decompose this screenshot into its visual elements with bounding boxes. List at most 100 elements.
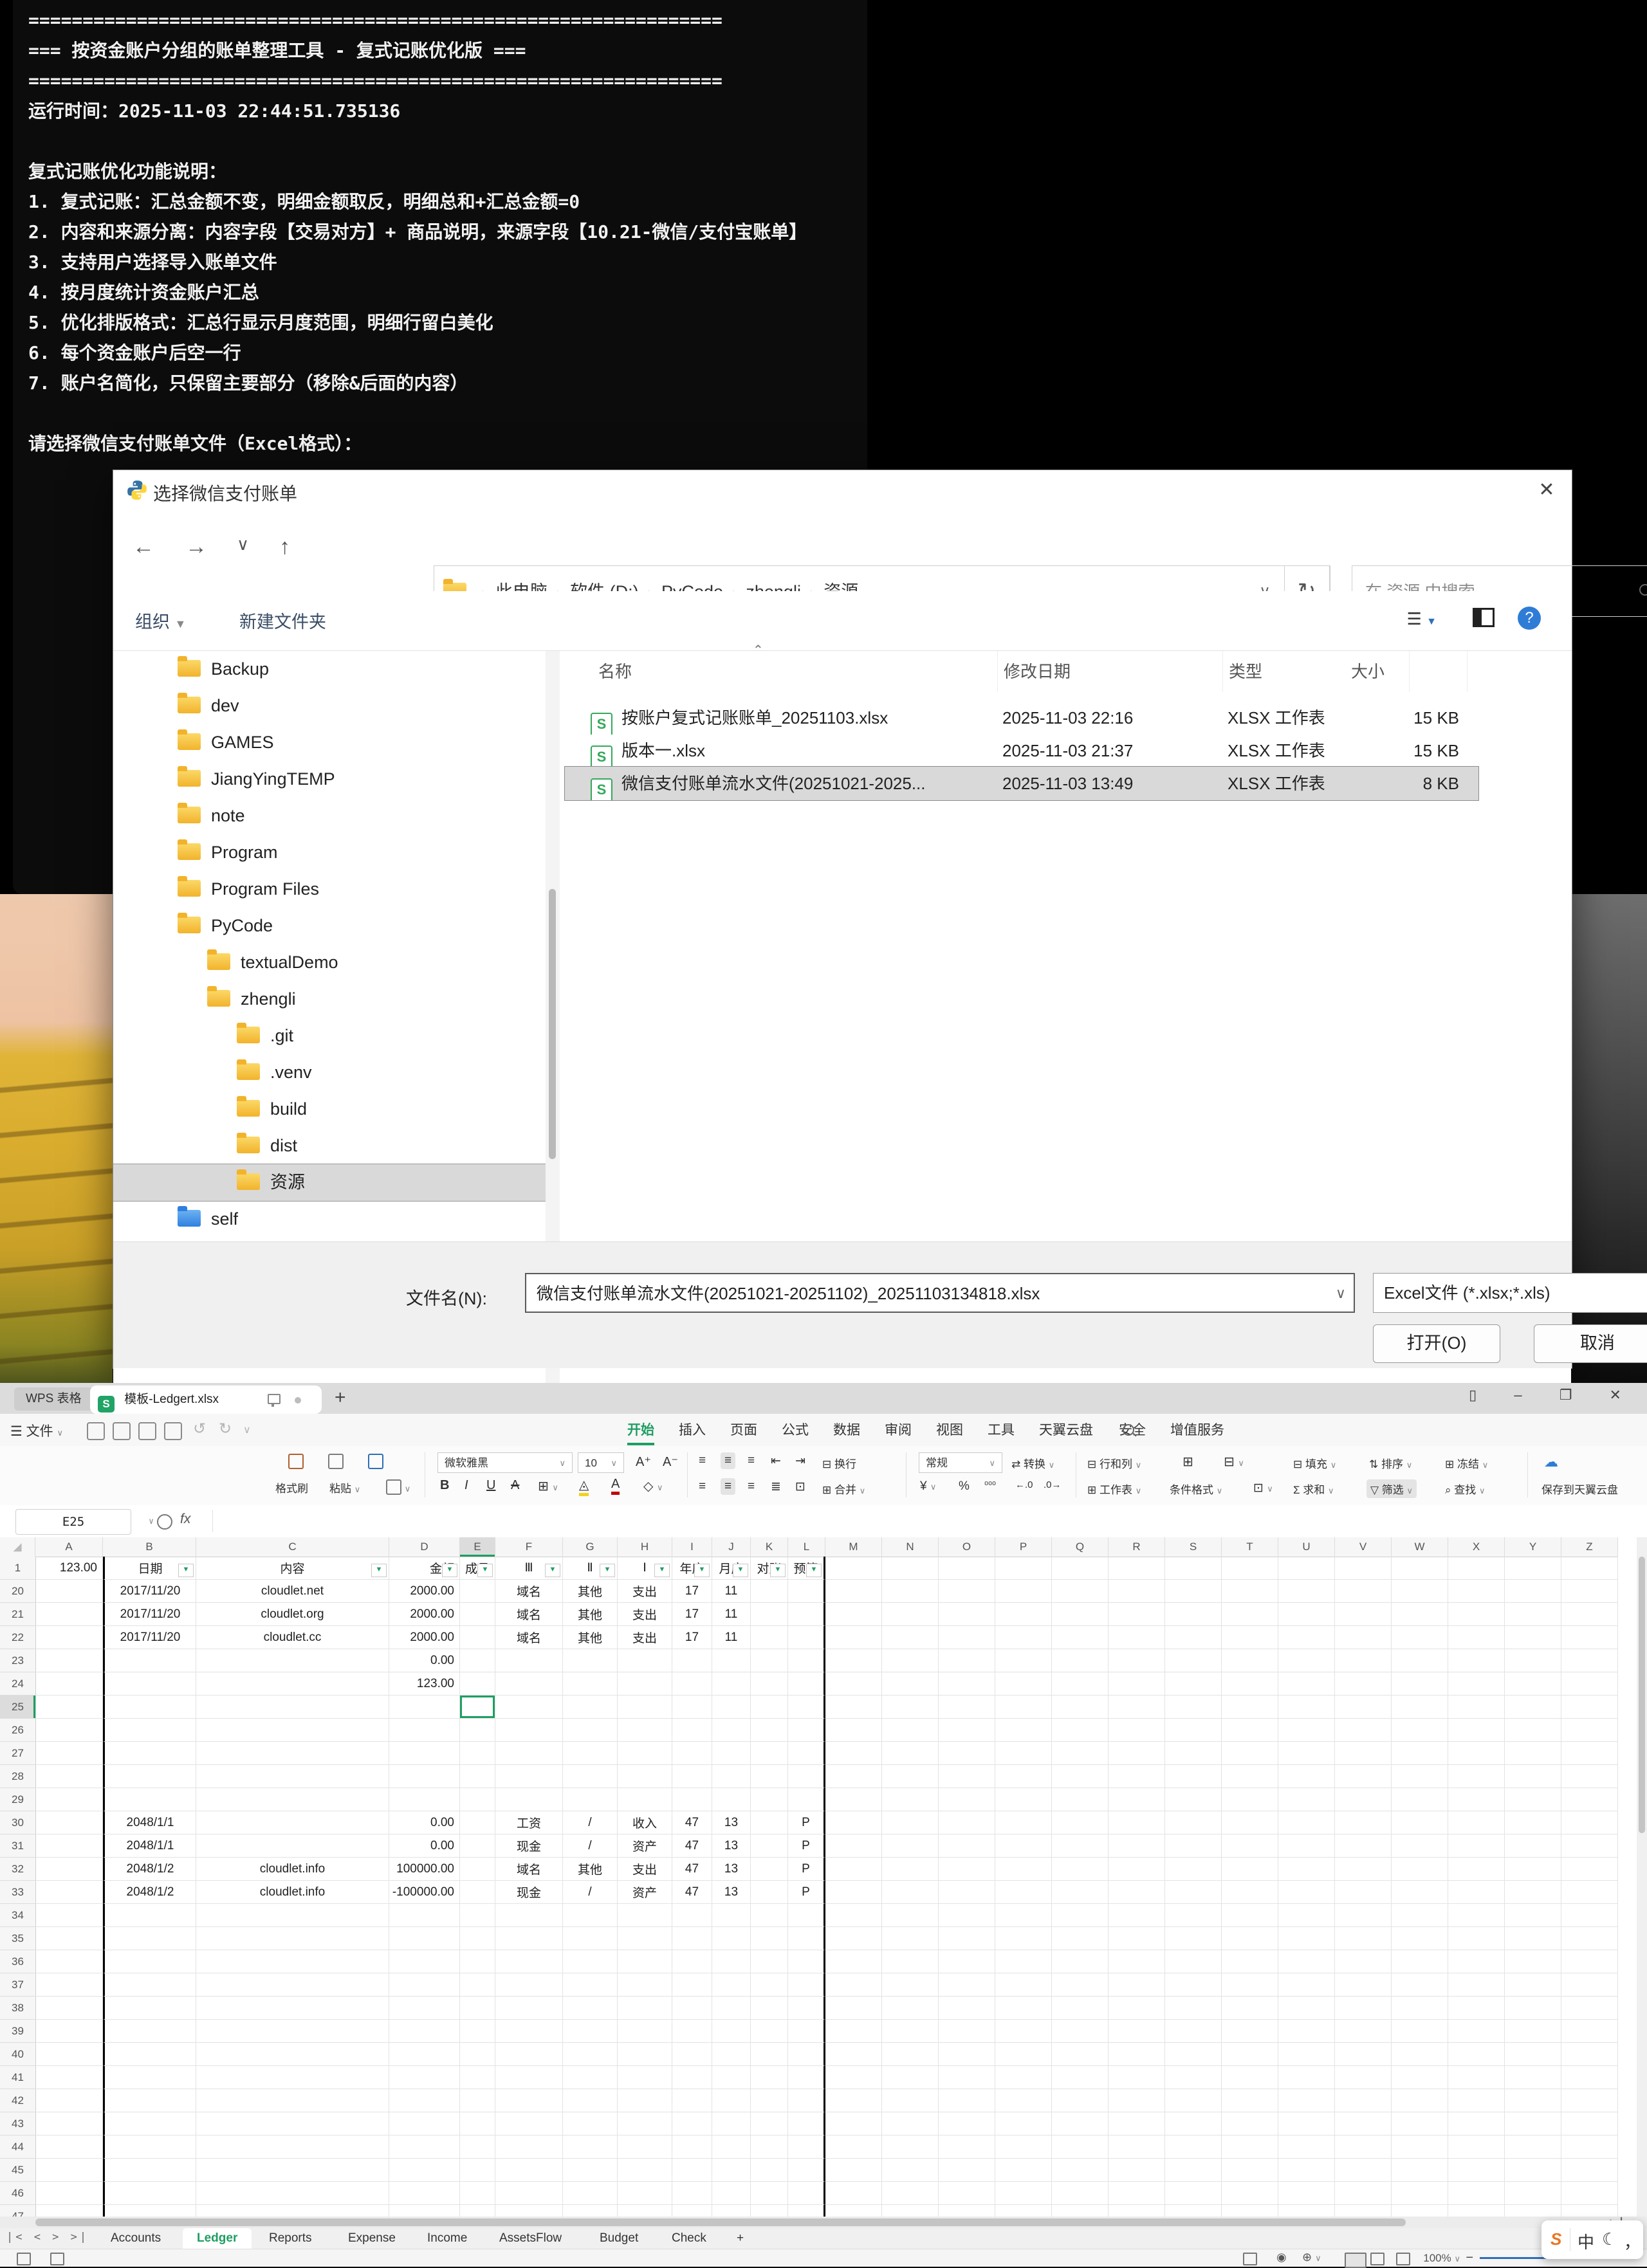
tab-工具[interactable]: 工具 <box>988 1420 1015 1439</box>
cell-X33[interactable] <box>1448 1881 1505 1904</box>
cell-J21[interactable]: 11 <box>712 1603 751 1626</box>
cell-A42[interactable] <box>35 2089 103 2112</box>
cell-T47[interactable] <box>1222 2205 1278 2217</box>
cell-G36[interactable] <box>563 1950 618 1973</box>
cell-Z46[interactable] <box>1561 2182 1618 2205</box>
font-size-select[interactable]: 10∨ <box>578 1452 624 1473</box>
cell-I21[interactable]: 17 <box>672 1603 712 1626</box>
cell-W28[interactable] <box>1392 1765 1448 1788</box>
cell-V45[interactable] <box>1335 2159 1392 2182</box>
cell-L45[interactable] <box>788 2159 825 2182</box>
cell-E47[interactable] <box>460 2205 495 2217</box>
cell-F23[interactable] <box>495 1649 563 1672</box>
file-row[interactable]: S按账户复式记账账单_20251103.xlsx2025-11-03 22:16… <box>565 701 1478 735</box>
cell-N45[interactable] <box>882 2159 939 2182</box>
cell-S31[interactable] <box>1165 1834 1222 1858</box>
list-header-1[interactable]: 修改日期 <box>1004 651 1223 692</box>
cell-W20[interactable] <box>1392 1580 1448 1603</box>
cell-I38[interactable] <box>672 1997 712 2020</box>
cell-O36[interactable] <box>939 1950 995 1973</box>
cell-G1[interactable]: Ⅱ▼ <box>563 1557 618 1580</box>
cell-X20[interactable] <box>1448 1580 1505 1603</box>
cell-B44[interactable] <box>103 2135 196 2159</box>
cell-I31[interactable]: 47 <box>672 1834 712 1858</box>
cell-Z35[interactable] <box>1561 1927 1618 1950</box>
cell-G41[interactable] <box>563 2066 618 2089</box>
cell-J44[interactable] <box>712 2135 751 2159</box>
status-table-icon[interactable] <box>1243 2253 1257 2265</box>
cell-L20[interactable] <box>788 1580 825 1603</box>
row-header-30[interactable]: 30 <box>0 1811 36 1834</box>
cell-P35[interactable] <box>995 1927 1052 1950</box>
cell-L42[interactable] <box>788 2089 825 2112</box>
cell-J1[interactable]: 月度▼ <box>712 1557 751 1580</box>
cell-M40[interactable] <box>825 2043 882 2066</box>
cell-O47[interactable] <box>939 2205 995 2217</box>
cell-T1[interactable] <box>1222 1557 1278 1580</box>
cell-I43[interactable] <box>672 2112 712 2135</box>
cell-D29[interactable] <box>389 1788 460 1811</box>
cell-E23[interactable] <box>460 1649 495 1672</box>
cell-F47[interactable] <box>495 2205 563 2217</box>
row-header-43[interactable]: 43 <box>0 2112 36 2135</box>
cell-C40[interactable] <box>196 2043 389 2066</box>
cell-W30[interactable] <box>1392 1811 1448 1834</box>
cell-L44[interactable] <box>788 2135 825 2159</box>
cell-V41[interactable] <box>1335 2066 1392 2089</box>
cell-T31[interactable] <box>1222 1834 1278 1858</box>
organize-button[interactable]: 组织 ▼ <box>135 608 186 633</box>
cell-A23[interactable] <box>35 1649 103 1672</box>
cell-D1[interactable]: 金额▼ <box>389 1557 460 1580</box>
cell-F1[interactable]: Ⅲ▼ <box>495 1557 563 1580</box>
cell-J40[interactable] <box>712 2043 751 2066</box>
cell-Y33[interactable] <box>1505 1881 1561 1904</box>
cell-O33[interactable] <box>939 1881 995 1904</box>
cell-R23[interactable] <box>1109 1649 1165 1672</box>
cell-P39[interactable] <box>995 2020 1052 2043</box>
cell-K22[interactable] <box>751 1626 788 1649</box>
cell-S42[interactable] <box>1165 2089 1222 2112</box>
cell-F30[interactable]: 工资 <box>495 1811 563 1834</box>
cell-U31[interactable] <box>1278 1834 1335 1858</box>
cell-D25[interactable] <box>389 1696 460 1719</box>
cell-H34[interactable] <box>618 1904 672 1927</box>
undo-icon[interactable]: ↺ <box>193 1420 206 1438</box>
cell-T24[interactable] <box>1222 1672 1278 1696</box>
cell-Z38[interactable] <box>1561 1997 1618 2020</box>
view-normal-icon[interactable] <box>1345 2253 1366 2268</box>
tree-item-programfiles[interactable]: Program Files <box>113 871 546 908</box>
cell-S22[interactable] <box>1165 1626 1222 1649</box>
cell-B41[interactable] <box>103 2066 196 2089</box>
cell-V23[interactable] <box>1335 1649 1392 1672</box>
cell-Z33[interactable] <box>1561 1881 1618 1904</box>
list-header-3[interactable]: 大小 <box>1351 651 1468 692</box>
cell-M45[interactable] <box>825 2159 882 2182</box>
cell-V35[interactable] <box>1335 1927 1392 1950</box>
cell-U25[interactable] <box>1278 1696 1335 1719</box>
export-icon[interactable] <box>113 1422 131 1440</box>
cell-X34[interactable] <box>1448 1904 1505 1927</box>
cell-E1[interactable]: 成员▼ <box>460 1557 495 1580</box>
cell-N31[interactable] <box>882 1834 939 1858</box>
cell-L36[interactable] <box>788 1950 825 1973</box>
cell-T36[interactable] <box>1222 1950 1278 1973</box>
cell-W26[interactable] <box>1392 1719 1448 1742</box>
sheet-tab-AssetsFlow[interactable]: AssetsFlow <box>485 2228 576 2249</box>
cell-I1[interactable]: 年度▼ <box>672 1557 712 1580</box>
cell-K27[interactable] <box>751 1742 788 1765</box>
cell-F44[interactable] <box>495 2135 563 2159</box>
cell-Q45[interactable] <box>1052 2159 1109 2182</box>
cell-M23[interactable] <box>825 1649 882 1672</box>
row-header-21[interactable]: 21 <box>0 1603 36 1626</box>
cell-Z41[interactable] <box>1561 2066 1618 2089</box>
paste-button[interactable]: 粘贴 ∨ <box>329 1479 360 1495</box>
cell-L41[interactable] <box>788 2066 825 2089</box>
cell-K46[interactable] <box>751 2182 788 2205</box>
cell-U34[interactable] <box>1278 1904 1335 1927</box>
cell-U23[interactable] <box>1278 1649 1335 1672</box>
cell-E33[interactable] <box>460 1881 495 1904</box>
cell-X42[interactable] <box>1448 2089 1505 2112</box>
cell-L34[interactable] <box>788 1904 825 1927</box>
cell-K42[interactable] <box>751 2089 788 2112</box>
filter-dropdown-icon[interactable]: ▼ <box>600 1564 615 1577</box>
